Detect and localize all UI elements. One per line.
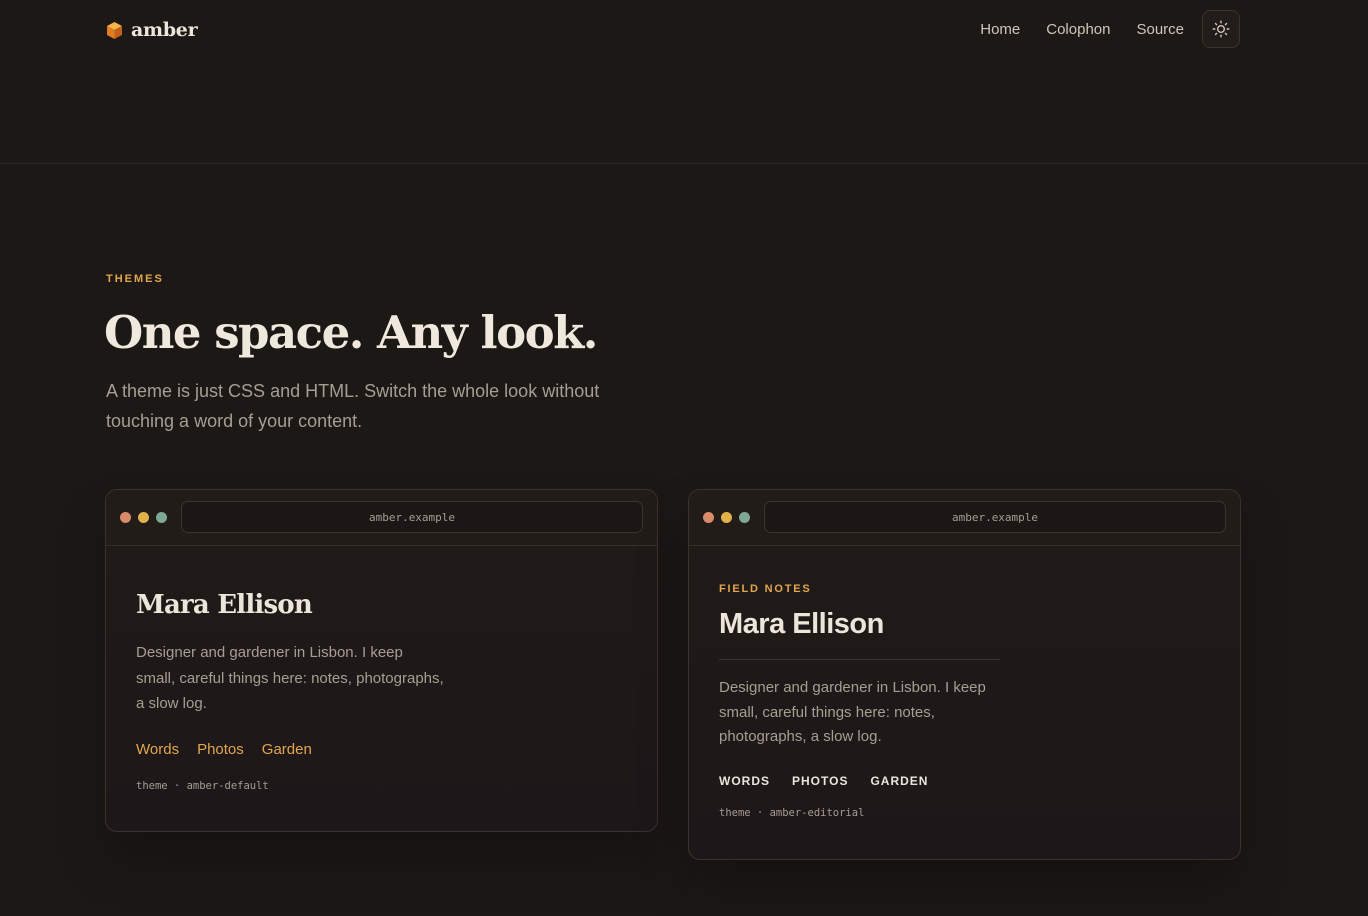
- field-notes-eyebrow: FIELD NOTES: [719, 583, 812, 595]
- words-link[interactable]: Words: [136, 741, 179, 758]
- photos-link[interactable]: Photos: [197, 741, 244, 758]
- nav-source-link[interactable]: Source: [1136, 21, 1184, 38]
- hero-title: One space. Any look.: [104, 306, 598, 359]
- main-nav: Home Colophon Source: [980, 10, 1240, 48]
- window-close-dot: [703, 512, 714, 523]
- profile-bio: Designer and gardener in Lisbon. I keep …: [719, 679, 986, 745]
- url-bar: amber.example: [764, 501, 1226, 533]
- nav-colophon-link[interactable]: Colophon: [1046, 21, 1110, 38]
- profile-name: Mara Ellison: [719, 608, 884, 640]
- words-link[interactable]: WORDS: [719, 774, 770, 788]
- brand-name: amber: [131, 19, 198, 41]
- window-minimize-dot: [721, 512, 732, 523]
- amber-cube-icon: [107, 21, 122, 39]
- garden-link[interactable]: GARDEN: [870, 774, 928, 788]
- profile-links: WORDS PHOTOS GARDEN: [719, 774, 928, 788]
- brand-logo[interactable]: amber: [106, 18, 198, 42]
- theme-toggle-button[interactable]: [1202, 10, 1240, 48]
- window-maximize-dot: [156, 512, 167, 523]
- photos-link[interactable]: PHOTOS: [792, 774, 848, 788]
- nav-home-link[interactable]: Home: [980, 21, 1020, 38]
- browser-chrome: amber.example: [689, 490, 1240, 546]
- profile-links: Words Photos Garden: [136, 741, 312, 758]
- hero-subtitle: A theme is just CSS and HTML. Switch the…: [106, 381, 600, 431]
- sun-icon: [1212, 20, 1230, 38]
- profile-bio: Designer and gardener in Lisbon. I keep …: [136, 644, 444, 712]
- window-minimize-dot: [138, 512, 149, 523]
- section-eyebrow: THEMES: [106, 273, 164, 285]
- window-maximize-dot: [739, 512, 750, 523]
- profile-name: Mara Ellison: [136, 590, 313, 620]
- theme-preview-card-default: amber.example Mara Ellison Designer and …: [105, 489, 658, 832]
- url-bar: amber.example: [181, 501, 643, 533]
- site-header: amber Home Colophon Source: [0, 0, 1368, 164]
- window-close-dot: [120, 512, 131, 523]
- theme-preview-card-editorial: amber.example FIELD NOTES Mara Ellison D…: [688, 489, 1241, 860]
- theme-meta: theme · amber-default: [136, 780, 269, 792]
- browser-chrome: amber.example: [106, 490, 657, 546]
- garden-link[interactable]: Garden: [262, 741, 312, 758]
- theme-meta: theme · amber-editorial: [719, 807, 865, 819]
- divider: [719, 659, 1000, 660]
